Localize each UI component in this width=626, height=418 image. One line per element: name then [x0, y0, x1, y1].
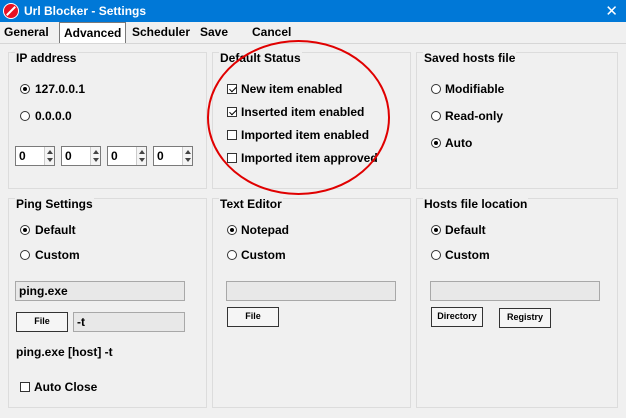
text-editor-title: Text Editor	[219, 197, 283, 211]
ip-127-label: 127.0.0.1	[35, 82, 86, 96]
ip-127-radio[interactable]	[20, 84, 30, 94]
ip-0000-radio[interactable]	[20, 111, 30, 121]
new-item-enabled-checkbox[interactable]	[227, 84, 237, 94]
ip-0000-label: 0.0.0.0	[35, 109, 72, 123]
hosts-custom-radio[interactable]	[431, 250, 441, 260]
directory-button[interactable]: Directory	[431, 307, 483, 327]
ping-file-button[interactable]: File	[16, 312, 68, 332]
imported-item-approved-label: Imported item approved	[241, 151, 378, 165]
imported-item-enabled-label: Imported item enabled	[241, 128, 370, 142]
ip-octet-2-value: 0	[65, 149, 72, 163]
ip-octet-2-stepper[interactable]: 0	[61, 146, 101, 166]
ping-command-preview: ping.exe [host] -t	[16, 345, 113, 359]
saved-hosts-panel: Saved hosts file Modifiable Read-only Au…	[416, 51, 618, 189]
menu-general[interactable]: General	[4, 25, 49, 39]
editor-file-button[interactable]: File	[227, 307, 279, 327]
auto-close-label: Auto Close	[34, 380, 98, 394]
modifiable-label: Modifiable	[445, 82, 505, 96]
ip-address-panel: IP address 127.0.0.1 0.0.0.0 0 0 0 0	[8, 51, 207, 189]
ip-octet-3-value: 0	[111, 149, 118, 163]
auto-radio[interactable]	[431, 138, 441, 148]
hosts-default-label: Default	[445, 223, 486, 237]
app-block-icon	[3, 3, 19, 19]
arrow-up-icon[interactable]	[185, 150, 191, 154]
saved-hosts-title: Saved hosts file	[423, 51, 517, 65]
editor-path-input[interactable]	[226, 281, 396, 301]
hosts-location-title: Hosts file location	[423, 197, 529, 211]
registry-button[interactable]: Registry	[499, 308, 551, 328]
auto-close-checkbox[interactable]	[20, 382, 30, 392]
hosts-location-panel: Hosts file location Default Custom Direc…	[416, 197, 618, 408]
auto-label: Auto	[445, 136, 473, 150]
text-editor-panel: Text Editor Notepad Custom File	[212, 197, 411, 408]
inserted-item-enabled-label: Inserted item enabled	[241, 105, 365, 119]
arrow-up-icon[interactable]	[47, 150, 53, 154]
ping-custom-radio[interactable]	[20, 250, 30, 260]
new-item-enabled-label: New item enabled	[241, 82, 343, 96]
arrow-down-icon[interactable]	[139, 158, 145, 162]
default-status-panel: Default Status New item enabled Inserted…	[212, 51, 411, 189]
ip-octet-4-stepper[interactable]: 0	[153, 146, 193, 166]
ip-octet-3-spin-buttons[interactable]	[136, 147, 146, 165]
editor-custom-radio[interactable]	[227, 250, 237, 260]
inserted-item-enabled-checkbox[interactable]	[227, 107, 237, 117]
arrow-up-icon[interactable]	[139, 150, 145, 154]
ip-octet-3-stepper[interactable]: 0	[107, 146, 147, 166]
ip-octet-1-spin-buttons[interactable]	[44, 147, 54, 165]
close-icon[interactable]: ✕	[605, 2, 618, 20]
ping-default-label: Default	[35, 223, 76, 237]
arrow-up-icon[interactable]	[93, 150, 99, 154]
ping-custom-label: Custom	[35, 248, 80, 262]
modifiable-radio[interactable]	[431, 84, 441, 94]
ip-octet-4-value: 0	[157, 149, 164, 163]
ping-default-radio[interactable]	[20, 225, 30, 235]
hosts-default-radio[interactable]	[431, 225, 441, 235]
ip-octet-1-stepper[interactable]: 0	[15, 146, 55, 166]
menu-advanced[interactable]: Advanced	[59, 22, 127, 43]
ip-octet-2-spin-buttons[interactable]	[90, 147, 100, 165]
ip-octet-1-value: 0	[19, 149, 26, 163]
menu-save[interactable]: Save	[200, 25, 228, 39]
window-title: Url Blocker - Settings	[24, 4, 147, 18]
arrow-down-icon[interactable]	[93, 158, 99, 162]
imported-item-approved-checkbox[interactable]	[227, 153, 237, 163]
arrow-down-icon[interactable]	[47, 158, 53, 162]
menu-cancel[interactable]: Cancel	[252, 25, 291, 39]
hosts-path-input[interactable]	[430, 281, 600, 301]
ip-octet-4-spin-buttons[interactable]	[182, 147, 192, 165]
ping-args-input[interactable]: -t	[73, 312, 185, 332]
ping-settings-panel: Ping Settings Default Custom ping.exe Fi…	[8, 197, 207, 408]
read-only-label: Read-only	[445, 109, 504, 123]
notepad-label: Notepad	[241, 223, 289, 237]
menu-bar: General Advanced Scheduler Save Cancel	[0, 22, 626, 44]
arrow-down-icon[interactable]	[185, 158, 191, 162]
editor-custom-label: Custom	[241, 248, 286, 262]
menu-scheduler[interactable]: Scheduler	[132, 25, 190, 39]
notepad-radio[interactable]	[227, 225, 237, 235]
hosts-custom-label: Custom	[445, 248, 490, 262]
title-bar: Url Blocker - Settings ✕	[0, 0, 626, 22]
read-only-radio[interactable]	[431, 111, 441, 121]
ping-settings-title: Ping Settings	[15, 197, 94, 211]
imported-item-enabled-checkbox[interactable]	[227, 130, 237, 140]
default-status-title: Default Status	[219, 51, 302, 65]
ip-address-title: IP address	[15, 51, 78, 65]
ping-exe-input[interactable]: ping.exe	[15, 281, 185, 301]
